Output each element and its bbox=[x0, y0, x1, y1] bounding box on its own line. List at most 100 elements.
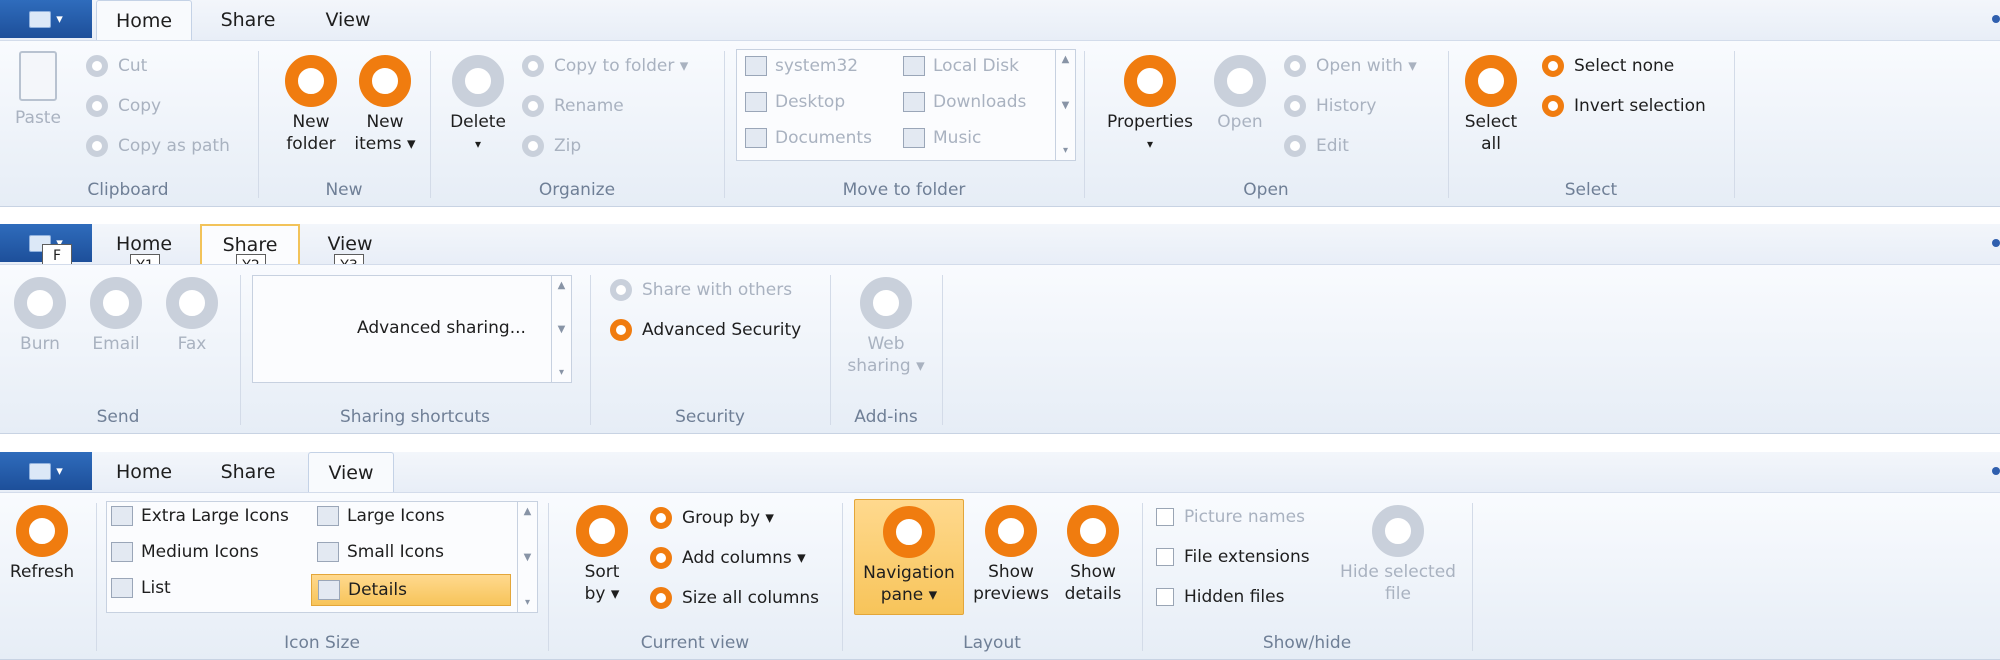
show-details-label: Show details bbox=[1064, 562, 1122, 604]
history-button[interactable]: History bbox=[1284, 95, 1376, 117]
expand-icon[interactable]: ▾ bbox=[525, 597, 530, 608]
help-icon[interactable] bbox=[1992, 15, 2000, 23]
size-all-columns-button[interactable]: Size all columns bbox=[650, 587, 819, 609]
edit-button[interactable]: Edit bbox=[1284, 135, 1349, 157]
select-none-label: Select none bbox=[1574, 56, 1675, 76]
fax-button[interactable]: Fax bbox=[160, 277, 224, 355]
view-details[interactable]: Details bbox=[311, 574, 511, 606]
zip-button[interactable]: Zip bbox=[522, 135, 581, 157]
advanced-security-button[interactable]: Advanced Security bbox=[610, 319, 801, 341]
scroll-down-icon[interactable]: ▼ bbox=[558, 324, 566, 335]
edit-icon bbox=[1284, 135, 1306, 157]
open-with-button[interactable]: Open with ▾ bbox=[1284, 55, 1417, 77]
view-list[interactable]: List bbox=[111, 578, 171, 598]
new-items-button[interactable]: New items ▾ bbox=[344, 55, 426, 155]
help-icon[interactable] bbox=[1992, 239, 2000, 247]
copy-button[interactable]: Copy bbox=[86, 95, 161, 117]
select-all-button[interactable]: Select all bbox=[1458, 55, 1524, 155]
tab-home[interactable]: Home bbox=[96, 0, 192, 40]
navigation-pane-button[interactable]: Navigation pane ▾ bbox=[854, 499, 964, 615]
edit-label: Edit bbox=[1316, 136, 1349, 156]
add-columns-icon bbox=[650, 547, 672, 569]
view-small-icons[interactable]: Small Icons bbox=[317, 542, 444, 562]
scroll-up-icon[interactable]: ▲ bbox=[1062, 54, 1070, 65]
move-item-local-disk[interactable]: Local Disk bbox=[903, 56, 1019, 76]
item-label: Documents bbox=[775, 128, 872, 148]
paste-button[interactable]: Paste bbox=[8, 51, 68, 129]
item-label: Large Icons bbox=[347, 506, 445, 526]
expand-icon[interactable]: ▾ bbox=[1063, 145, 1068, 156]
gallery-scrollbar[interactable]: ▲ ▼ ▾ bbox=[1055, 50, 1075, 160]
invert-selection-button[interactable]: Invert selection bbox=[1542, 95, 1706, 117]
list-icon bbox=[111, 578, 133, 598]
item-label: Desktop bbox=[775, 92, 846, 112]
divider bbox=[830, 275, 831, 425]
group-current-view: Sort by ▾ Group by ▾ Add columns ▾ Size … bbox=[550, 493, 840, 659]
show-details-button[interactable]: Show details bbox=[1050, 505, 1136, 605]
show-previews-button[interactable]: Show previews bbox=[968, 505, 1054, 605]
view-medium-icons[interactable]: Medium Icons bbox=[111, 542, 259, 562]
burn-button[interactable]: Burn bbox=[8, 277, 72, 355]
file-menu-button[interactable]: ▾ bbox=[0, 452, 92, 490]
tab-share[interactable]: Share bbox=[200, 0, 296, 40]
refresh-button[interactable]: Refresh bbox=[4, 505, 80, 583]
hide-selected-button[interactable]: Hide selected file bbox=[1334, 505, 1462, 605]
divider bbox=[942, 275, 943, 425]
move-item-desktop[interactable]: Desktop bbox=[745, 92, 845, 112]
open-button[interactable]: Open bbox=[1206, 55, 1274, 133]
web-sharing-button[interactable]: Web sharing ▾ bbox=[840, 277, 932, 377]
tab-home[interactable]: Home bbox=[96, 452, 192, 492]
properties-button[interactable]: Properties ▾ bbox=[1096, 55, 1204, 155]
picture-names-checkbox[interactable]: Picture names bbox=[1156, 507, 1305, 527]
desktop-icon bbox=[745, 92, 767, 112]
move-to-gallery: system32 Local Disk Desktop Downloads Do… bbox=[736, 49, 1076, 161]
add-columns-button[interactable]: Add columns ▾ bbox=[650, 547, 806, 569]
history-icon bbox=[1284, 95, 1306, 117]
cut-button[interactable]: Cut bbox=[86, 55, 147, 77]
group-move-to-folder: system32 Local Disk Desktop Downloads Do… bbox=[726, 41, 1082, 206]
help-icon[interactable] bbox=[1992, 467, 2000, 475]
open-icon bbox=[1214, 55, 1266, 107]
size-all-columns-label: Size all columns bbox=[682, 588, 820, 608]
item-label: Music bbox=[933, 128, 982, 148]
move-item-documents[interactable]: Documents bbox=[745, 128, 872, 148]
item-label: Details bbox=[348, 580, 407, 600]
group-label: Security bbox=[675, 407, 745, 427]
scroll-up-icon[interactable]: ▲ bbox=[558, 280, 566, 291]
delete-button[interactable]: Delete ▾ bbox=[438, 55, 518, 155]
share-with-others-button[interactable]: Share with others bbox=[610, 279, 792, 301]
share-others-label: Share with others bbox=[642, 280, 793, 300]
scroll-up-icon[interactable]: ▲ bbox=[524, 506, 532, 517]
sort-by-button[interactable]: Sort by ▾ bbox=[570, 505, 634, 605]
email-button[interactable]: Email bbox=[84, 277, 148, 355]
scroll-down-icon[interactable]: ▼ bbox=[1062, 100, 1070, 111]
tab-view[interactable]: View bbox=[300, 0, 396, 40]
gallery-scrollbar[interactable]: ▲ ▼ ▾ bbox=[517, 502, 537, 612]
file-extensions-checkbox[interactable]: File extensions bbox=[1156, 547, 1310, 567]
hidden-files-checkbox[interactable]: Hidden files bbox=[1156, 587, 1284, 607]
tab-view[interactable]: View bbox=[308, 452, 394, 492]
details-pane-icon bbox=[1067, 505, 1119, 557]
downloads-icon bbox=[903, 92, 925, 112]
rename-button[interactable]: Rename bbox=[522, 95, 624, 117]
new-folder-button[interactable]: New folder bbox=[270, 55, 352, 155]
view-extra-large-icons[interactable]: Extra Large Icons bbox=[111, 506, 289, 526]
tab-share[interactable]: Share bbox=[200, 452, 296, 492]
move-item-system32[interactable]: system32 bbox=[745, 56, 858, 76]
group-by-button[interactable]: Group by ▾ bbox=[650, 507, 774, 529]
cut-label: Cut bbox=[118, 56, 148, 76]
scroll-down-icon[interactable]: ▼ bbox=[524, 552, 532, 563]
gallery-scrollbar[interactable]: ▲ ▼ ▾ bbox=[551, 276, 571, 382]
copy-path-button[interactable]: Copy as path bbox=[86, 135, 230, 157]
navigation-pane-label: Navigation pane ▾ bbox=[863, 563, 955, 605]
zip-icon bbox=[522, 135, 544, 157]
fax-label: Fax bbox=[177, 334, 207, 354]
select-none-button[interactable]: Select none bbox=[1542, 55, 1674, 77]
file-menu-button[interactable]: ▾ bbox=[0, 0, 92, 38]
expand-icon[interactable]: ▾ bbox=[559, 367, 564, 378]
move-item-downloads[interactable]: Downloads bbox=[903, 92, 1026, 112]
copy-to-folder-button[interactable]: Copy to folder ▾ bbox=[522, 55, 688, 77]
move-item-music[interactable]: Music bbox=[903, 128, 981, 148]
view-large-icons[interactable]: Large Icons bbox=[317, 506, 445, 526]
advanced-sharing-item[interactable]: Advanced sharing... bbox=[357, 318, 526, 338]
